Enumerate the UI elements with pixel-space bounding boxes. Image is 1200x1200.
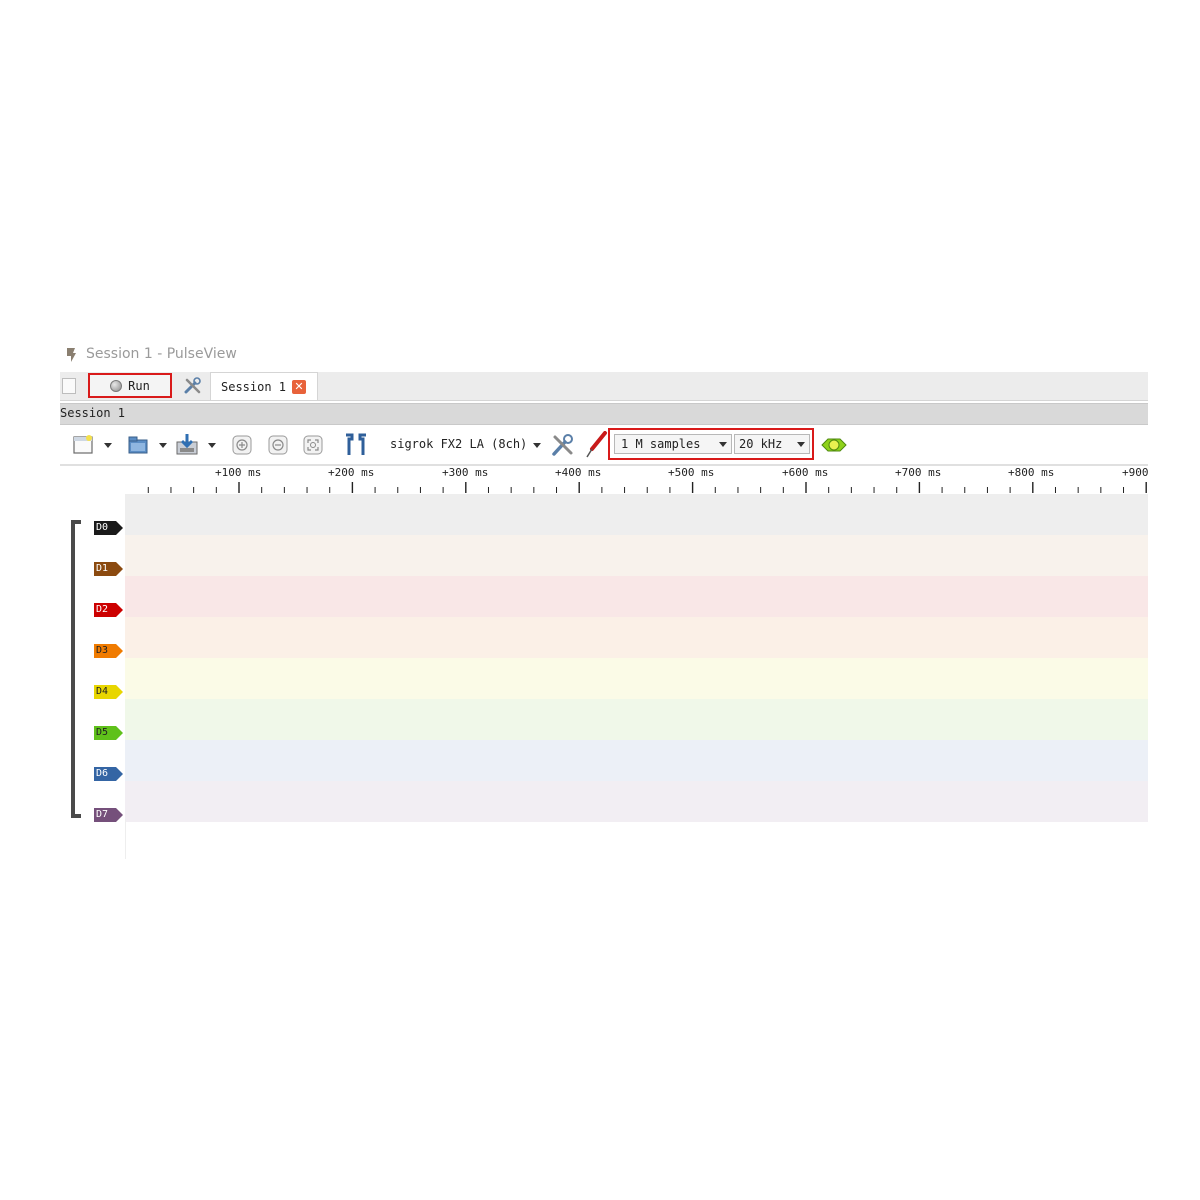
open-folder-icon[interactable]	[126, 433, 150, 457]
chevron-down-icon[interactable]	[208, 443, 216, 448]
trace-row[interactable]	[125, 781, 1148, 822]
channel-label-d0[interactable]: D0	[94, 521, 124, 535]
zoom-in-icon[interactable]	[232, 435, 252, 455]
channel-label-d3[interactable]: D3	[94, 644, 124, 658]
channel-name: D6	[96, 768, 109, 779]
session-header: Session 1	[60, 403, 1148, 425]
channel-label-d7[interactable]: D7	[94, 808, 124, 822]
ruler-tick-label: +100 ms	[215, 466, 262, 479]
trace-row[interactable]	[125, 617, 1148, 658]
chevron-down-icon[interactable]	[159, 443, 167, 448]
ruler-tick-label: +300 ms	[442, 466, 489, 479]
channel-label-d5[interactable]: D5	[94, 726, 124, 740]
ruler-tick-label: +500 ms	[668, 466, 715, 479]
trace-view-edge	[125, 819, 126, 859]
ruler-tick-label: +600 ms	[782, 466, 829, 479]
window-titlebar: Session 1 - PulseView	[60, 343, 1148, 369]
channel-name: D1	[96, 563, 109, 574]
ruler-tick-label: +200 ms	[328, 466, 375, 479]
channel-name: D3	[96, 645, 109, 656]
samplerate-select[interactable]: 20 kHz	[734, 434, 810, 454]
channel-name: D4	[96, 686, 109, 697]
zoom-fit-icon[interactable]	[303, 435, 323, 455]
sample-count-value: 1 M samples	[621, 437, 701, 451]
run-icon	[110, 379, 123, 392]
new-session-icon[interactable]	[72, 434, 94, 456]
protocol-decoder-icon[interactable]	[820, 436, 848, 454]
channel-group-bracket	[71, 520, 81, 818]
time-ruler[interactable]: +100 ms +200 ms +300 ms +400 ms +500 ms …	[125, 466, 1149, 494]
channel-label-d2[interactable]: D2	[94, 603, 124, 617]
tab-bar: Run Session 1 ✕	[60, 372, 1148, 401]
zoom-out-icon[interactable]	[268, 435, 288, 455]
ruler-tick-label: +400 ms	[555, 466, 602, 479]
chevron-down-icon	[797, 442, 805, 447]
session-header-label: Session 1	[60, 406, 126, 420]
channel-label-d4[interactable]: D4	[94, 685, 124, 699]
channel-name: D2	[96, 604, 109, 615]
device-config-icon[interactable]	[550, 432, 576, 458]
samplerate-value: 20 kHz	[739, 437, 783, 451]
trace-row[interactable]	[125, 494, 1148, 535]
main-toolbar: sigrok FX2 LA (8ch) 1 M samples 20 kHz	[60, 426, 1148, 466]
ruler-tick-label: +700 ms	[895, 466, 942, 479]
tab-session[interactable]: Session 1 ✕	[210, 372, 318, 400]
ruler-tick-label: +800 ms	[1008, 466, 1055, 479]
chevron-down-icon[interactable]	[533, 443, 541, 448]
trace-view[interactable]	[125, 494, 1148, 822]
trace-row[interactable]	[125, 740, 1148, 781]
channel-label-d6[interactable]: D6	[94, 767, 124, 781]
sample-count-select[interactable]: 1 M samples	[614, 434, 732, 454]
tools-icon[interactable]	[183, 376, 203, 396]
device-selector[interactable]: sigrok FX2 LA (8ch)	[390, 437, 527, 451]
chevron-down-icon	[719, 442, 727, 447]
run-label: Run	[128, 378, 150, 393]
close-icon[interactable]: ✕	[292, 379, 307, 394]
trace-row[interactable]	[125, 535, 1148, 576]
save-icon[interactable]	[174, 432, 200, 458]
trace-row[interactable]	[125, 576, 1148, 617]
channel-name: D0	[96, 522, 109, 533]
pulseview-logo-icon	[67, 348, 76, 362]
trace-row[interactable]	[125, 699, 1148, 740]
probe-icon[interactable]	[584, 431, 608, 459]
channel-name: D7	[96, 809, 109, 820]
run-button[interactable]: Run	[88, 373, 172, 398]
acquisition-config-group: 1 M samples 20 kHz	[608, 428, 814, 460]
channel-name: D5	[96, 727, 109, 738]
ruler-tick-label: +900	[1122, 466, 1149, 479]
channel-label-d1[interactable]: D1	[94, 562, 124, 576]
ruler-ticks	[147, 482, 1147, 493]
session-tab-label: Session 1	[221, 379, 287, 394]
new-document-icon[interactable]	[62, 378, 76, 394]
chevron-down-icon[interactable]	[104, 443, 112, 448]
trace-row[interactable]	[125, 658, 1148, 699]
cursor-markers-icon[interactable]	[342, 433, 370, 457]
window-title: Session 1 - PulseView	[86, 346, 237, 362]
